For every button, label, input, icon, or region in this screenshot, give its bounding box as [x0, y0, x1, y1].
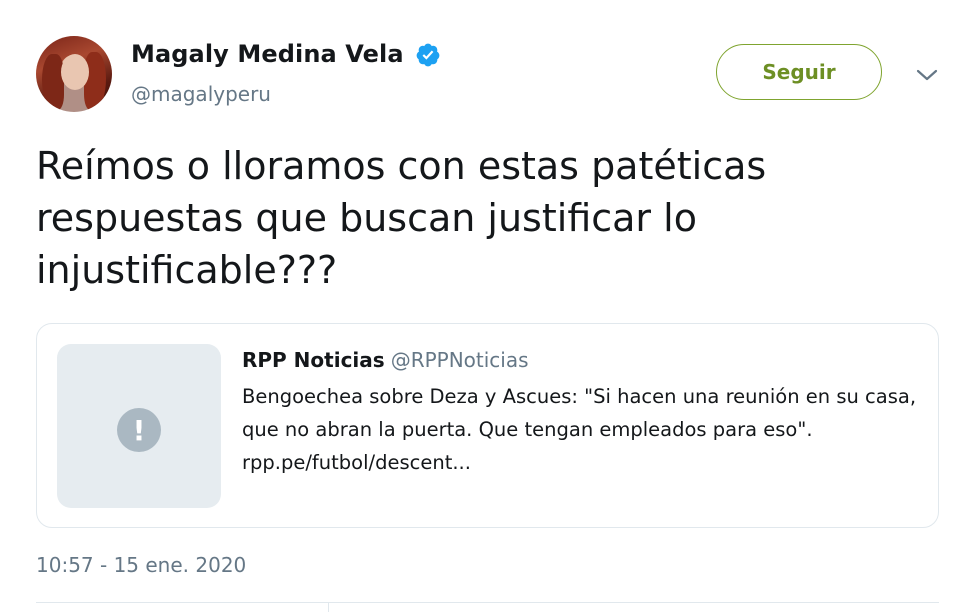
card-author-handle: @RPPNoticias — [390, 348, 529, 372]
divider — [36, 602, 939, 603]
card-author-name: RPP Noticias — [242, 348, 385, 372]
tweet-timestamp[interactable]: 10:57 - 15 ene. 2020 — [36, 553, 246, 577]
tweet-text: Reímos o lloramos con estas patéticas re… — [36, 144, 767, 292]
card-thumbnail: ! — [57, 344, 221, 508]
avatar-hair-left — [42, 54, 64, 110]
card-link[interactable]: rpp.pe/futbol/descent... — [242, 446, 932, 479]
warning-icon: ! — [117, 408, 161, 452]
chevron-down-icon[interactable] — [914, 66, 940, 84]
avatar-face — [61, 54, 89, 90]
follow-button[interactable]: Seguir — [716, 44, 882, 100]
avatar-hair-right — [84, 52, 106, 110]
avatar[interactable] — [36, 36, 112, 112]
quoted-tweet-card[interactable]: ! RPP Noticias @RPPNoticias Bengoechea so… — [36, 323, 939, 528]
verified-badge-icon — [416, 43, 440, 67]
card-author: RPP Noticias @RPPNoticias — [242, 348, 529, 372]
card-body-line: Bengoechea sobre Deza y Ascues: "Si hace… — [242, 385, 917, 408]
card-body-line: que no abran la puerta. Que tengan emple… — [242, 418, 813, 441]
divider-vertical — [328, 602, 329, 612]
card-body: Bengoechea sobre Deza y Ascues: "Si hace… — [242, 380, 932, 479]
user-display-name[interactable]: Magaly Medina Vela — [131, 40, 404, 68]
user-handle[interactable]: @magalyperu — [131, 82, 271, 106]
